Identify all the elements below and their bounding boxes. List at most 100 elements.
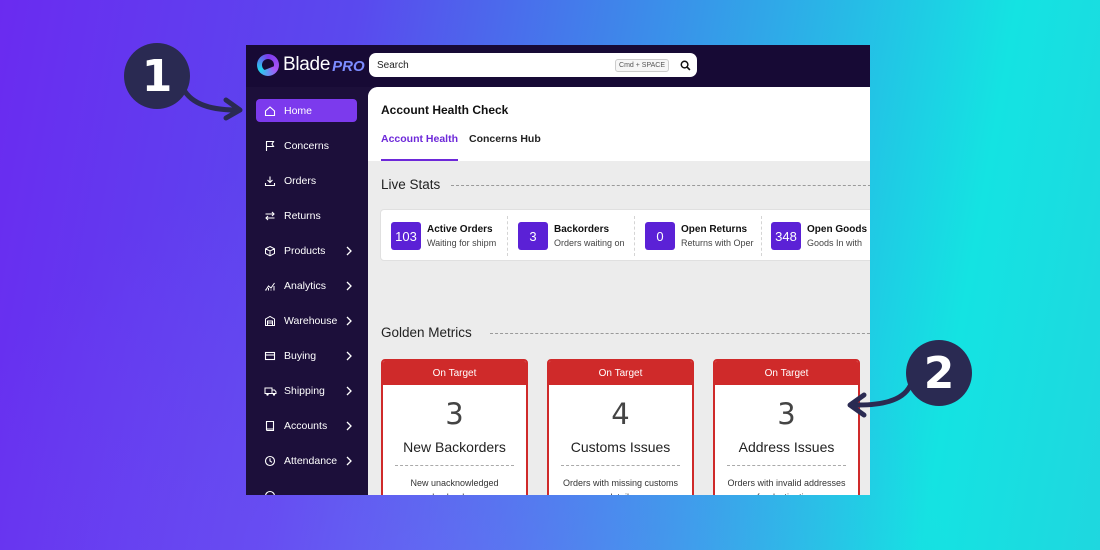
sidebar-item-label: Returns — [284, 209, 321, 222]
stat-title: Open Returns — [681, 224, 748, 235]
stat-subtitle: Waiting for shipm — [427, 238, 497, 248]
sidebar-item-concerns[interactable]: Concerns — [256, 134, 357, 157]
stat-title: Backorders — [554, 224, 610, 235]
sidebar-item-label: Accounts — [284, 419, 328, 432]
tab-concerns-hub[interactable]: Concerns Hub — [469, 133, 541, 161]
menu-icon — [262, 488, 278, 495]
metric-name: Address Issues — [738, 439, 835, 455]
sidebar-item-buying[interactable]: Buying — [256, 344, 357, 367]
search-icon[interactable] — [675, 60, 695, 71]
chevron-right-icon[interactable] — [343, 420, 355, 432]
sidebar-item-products[interactable]: Products — [256, 239, 357, 262]
swap-icon — [262, 208, 278, 224]
sidebar-item-attendance[interactable]: Attendance — [256, 449, 357, 472]
metric-card-new-backorders[interactable]: On Target 3 New Backorders New unacknowl… — [381, 359, 528, 495]
metric-name: Customs Issues — [570, 439, 671, 455]
box-icon — [262, 243, 278, 259]
search-shortcut: Cmd + SPACE — [615, 58, 669, 72]
sidebar-item-label: Concerns — [284, 139, 329, 152]
sidebar-item-label: Shipping — [284, 384, 325, 397]
sidebar-item-label: Home — [284, 104, 313, 117]
chart-icon — [262, 278, 278, 294]
sidebar-item-label: Buying — [284, 349, 317, 362]
annotation-arrow-1-icon — [179, 83, 243, 121]
tab-account-health[interactable]: Account Health — [381, 133, 459, 161]
stat-backorders[interactable]: 3 Backorders Orders waiting on — [518, 210, 634, 262]
live-stats-title: Live Stats — [381, 177, 441, 192]
status-badge: On Target — [383, 361, 526, 385]
flag-icon — [262, 138, 278, 154]
sidebar-item-partial[interactable] — [256, 484, 357, 495]
stat-title: Open Goods — [807, 224, 867, 235]
sidebar-item-analytics[interactable]: Analytics — [256, 274, 357, 297]
clock-icon — [262, 453, 278, 469]
divider — [561, 465, 680, 466]
sidebar-item-warehouse[interactable]: Warehouse — [256, 309, 357, 332]
home-icon — [262, 103, 278, 119]
metric-value: 3 — [777, 397, 796, 431]
sidebar-item-returns[interactable]: Returns — [256, 204, 357, 227]
stat-value: 3 — [518, 222, 548, 250]
sidebar-item-label: Attendance — [284, 454, 338, 467]
sidebar-item-orders[interactable]: Orders — [256, 169, 357, 192]
stat-active-orders[interactable]: 103 Active Orders Waiting for shipm — [391, 210, 506, 262]
divider — [490, 333, 870, 334]
logo[interactable]: Blade PRO — [257, 54, 365, 76]
logo-pro: PRO — [332, 58, 365, 75]
sidebar-item-label: Products — [284, 244, 326, 257]
metric-name: New Backorders — [403, 439, 506, 455]
stat-value: 0 — [645, 222, 675, 250]
stat-value: 348 — [771, 222, 801, 250]
warehouse-icon — [262, 313, 278, 329]
metric-description: Orders with invalid addresses for destin… — [727, 478, 846, 495]
stat-subtitle: Goods In with — [807, 238, 863, 248]
status-badge: On Target — [715, 361, 858, 385]
logo-icon — [257, 54, 279, 76]
metric-card-address-issues[interactable]: On Target 3 Address Issues Orders with i… — [713, 359, 860, 495]
stat-value: 103 — [391, 222, 421, 250]
annotation-arrow-2-icon — [847, 383, 913, 418]
chevron-right-icon[interactable] — [343, 350, 355, 362]
search-bar[interactable]: Search Cmd + SPACE — [369, 53, 697, 77]
sidebar-item-label: Warehouse — [284, 314, 338, 327]
metric-description: Orders with missing customs details — [562, 478, 679, 495]
truck-icon — [262, 383, 278, 399]
sidebar-item-label: Orders — [284, 174, 317, 187]
divider — [451, 185, 870, 186]
sidebar-item-label: Analytics — [284, 279, 327, 292]
sidebar-item-accounts[interactable]: Accounts — [256, 414, 357, 437]
divider — [395, 465, 514, 466]
stat-subtitle: Returns with Oper — [681, 238, 754, 248]
metric-card-customs-issues[interactable]: On Target 4 Customs Issues Orders with m… — [547, 359, 694, 495]
chevron-right-icon[interactable] — [343, 385, 355, 397]
main-content: Account Health Check Account Health Conc… — [368, 87, 870, 495]
annotation-badge-2: 2 — [906, 340, 972, 406]
stat-title: Active Orders — [427, 224, 493, 235]
stat-open-returns[interactable]: 0 Open Returns Returns with Oper — [645, 210, 760, 262]
status-badge: On Target — [549, 361, 692, 385]
sidebar: Home Concerns Orders Returns Products An… — [246, 87, 368, 495]
chevron-right-icon[interactable] — [343, 315, 355, 327]
page-header: Account Health Check Account Health Conc… — [368, 87, 870, 161]
page-title: Account Health Check — [381, 103, 509, 117]
download-icon — [262, 173, 278, 189]
metric-value: 4 — [611, 397, 630, 431]
card-icon — [262, 348, 278, 364]
chevron-right-icon[interactable] — [343, 280, 355, 292]
sidebar-item-home[interactable]: Home — [256, 99, 357, 122]
app-window: Blade PRO Search Cmd + SPACE Home Concer… — [246, 45, 870, 495]
divider — [634, 216, 635, 256]
metric-description: New unacknowledged backorders — [410, 478, 499, 495]
chevron-right-icon[interactable] — [343, 245, 355, 257]
chevron-right-icon[interactable] — [343, 455, 355, 467]
top-bar: Blade PRO Search Cmd + SPACE — [246, 45, 870, 87]
divider — [507, 216, 508, 256]
search-input[interactable]: Search — [377, 60, 615, 71]
book-icon — [262, 418, 278, 434]
sidebar-item-shipping[interactable]: Shipping — [256, 379, 357, 402]
stat-open-goods[interactable]: 348 Open Goods Goods In with — [771, 210, 870, 262]
divider — [761, 216, 762, 256]
stat-subtitle: Orders waiting on — [554, 238, 625, 248]
logo-text: Blade — [283, 54, 331, 75]
live-stats-panel: 103 Active Orders Waiting for shipm 3 Ba… — [380, 209, 870, 261]
